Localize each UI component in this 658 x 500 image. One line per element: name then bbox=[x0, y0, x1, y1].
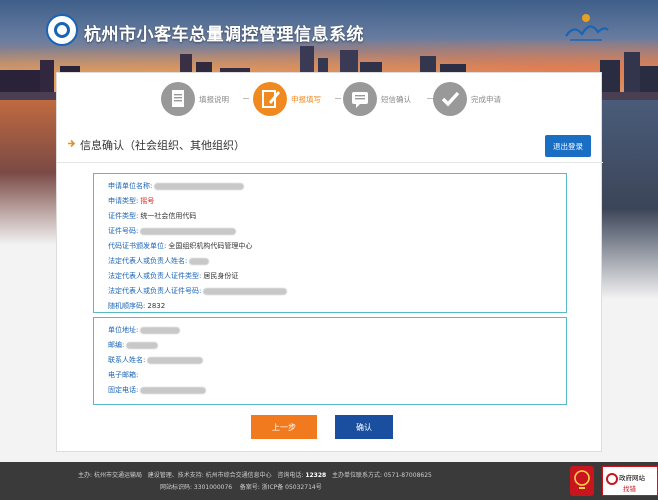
step-label: 完成申请 bbox=[471, 94, 501, 104]
field-label: 证件号码: bbox=[108, 227, 139, 235]
gov-site-error-report-badge[interactable]: 政府网站 找错 bbox=[602, 466, 658, 496]
footer-support: 建设管理、技术支持: 杭州市综合交通信息中心 bbox=[147, 472, 272, 479]
field-label: 法定代表人或负责人证件号码: bbox=[108, 287, 202, 295]
previous-step-button[interactable]: 上一步 bbox=[251, 415, 317, 439]
main-panel: 填报说明 申报填写 短信确认 完成申请 信息确认（社会组织、其他组织） 退出登录 bbox=[56, 72, 603, 452]
edit-icon bbox=[253, 82, 287, 116]
confirm-button[interactable]: 确认 bbox=[335, 415, 393, 439]
list-item: 固定电话: bbox=[108, 384, 207, 396]
document-icon bbox=[161, 82, 195, 116]
step-connector bbox=[243, 98, 249, 99]
background-right-band bbox=[602, 100, 658, 462]
redacted-value bbox=[203, 287, 288, 295]
step-sms-confirm: 短信确认 bbox=[343, 81, 411, 117]
check-icon bbox=[433, 82, 467, 116]
step-fill-application: 申报填写 bbox=[253, 81, 321, 117]
field-value: 全国组织机构代码管理中心 bbox=[168, 242, 253, 250]
arrow-right-icon bbox=[68, 139, 76, 148]
page-header: 信息确认（社会组织、其他组织） 退出登录 bbox=[57, 127, 603, 163]
page-title: 信息确认（社会组织、其他组织） bbox=[80, 139, 245, 152]
step-complete: 完成申请 bbox=[433, 81, 501, 117]
field-value: 摇号 bbox=[140, 197, 155, 205]
footer-host-label: 主办: bbox=[78, 472, 93, 479]
footer-phone: 12328 bbox=[305, 472, 327, 479]
redacted-value bbox=[154, 182, 245, 190]
field-label: 法定代表人或负责人证件类型: bbox=[108, 272, 202, 280]
background-left-band bbox=[0, 100, 56, 462]
redacted-value bbox=[189, 257, 210, 265]
field-label: 随机顺序码: bbox=[108, 302, 146, 310]
footer-contact: 主办单位联系方式: 0571-87008625 bbox=[331, 472, 432, 479]
logout-button[interactable]: 退出登录 bbox=[545, 135, 591, 157]
footer-site-id: 网站标识码: 3301000076 bbox=[160, 484, 233, 491]
field-value: 统一社会信用代码 bbox=[140, 212, 197, 220]
badge-subtitle: 找错 bbox=[623, 485, 636, 493]
list-item: 申请类型: 摇号 bbox=[108, 195, 154, 207]
badge-title: 政府网站 bbox=[619, 474, 645, 482]
message-icon bbox=[343, 82, 377, 116]
footer-host[interactable]: 杭州市交通运输局 bbox=[94, 472, 142, 479]
contact-info-box: 单位地址: 邮编: 联系人姓名: 电子邮箱: 固定电话: bbox=[93, 317, 567, 405]
field-value: 2832 bbox=[147, 302, 166, 310]
progress-steps: 填报说明 申报填写 短信确认 完成申请 bbox=[157, 81, 517, 121]
redacted-value bbox=[140, 386, 207, 394]
field-label: 邮编: bbox=[108, 341, 125, 349]
field-label: 法定代表人或负责人姓名: bbox=[108, 257, 188, 265]
list-item: 申请单位名称: bbox=[108, 180, 245, 192]
party-government-badge-icon[interactable] bbox=[570, 466, 594, 496]
field-label: 证件类型: bbox=[108, 212, 139, 220]
field-label: 代码证书颁发单位: bbox=[108, 242, 167, 250]
field-value: 居民身份证 bbox=[203, 272, 239, 280]
list-item: 代码证书颁发单位: 全国组织机构代码管理中心 bbox=[108, 240, 252, 252]
redacted-value bbox=[126, 341, 159, 349]
footer-icp[interactable]: 备案号: 浙ICP备 05032714号 bbox=[240, 484, 322, 491]
redacted-value bbox=[140, 227, 237, 235]
redacted-value bbox=[147, 356, 204, 364]
list-item: 联系人姓名: bbox=[108, 354, 204, 366]
step-label: 填报说明 bbox=[199, 94, 229, 104]
logo-icon bbox=[46, 14, 78, 46]
list-item: 法定代表人或负责人姓名: bbox=[108, 255, 210, 267]
step-connector bbox=[335, 98, 341, 99]
list-item: 法定代表人或负责人证件类型: 居民身份证 bbox=[108, 270, 238, 282]
redacted-value bbox=[140, 326, 181, 334]
list-item: 电子邮箱: bbox=[108, 369, 138, 381]
list-item: 法定代表人或负责人证件号码: bbox=[108, 285, 288, 297]
field-label: 单位地址: bbox=[108, 326, 139, 334]
list-item: 单位地址: bbox=[108, 324, 181, 336]
footer-phone-label: 咨询电话: bbox=[277, 472, 304, 479]
field-label: 电子邮箱: bbox=[108, 371, 139, 379]
hangzhou-city-logo-icon bbox=[565, 14, 609, 41]
field-label: 申请类型: bbox=[108, 197, 139, 205]
field-label: 固定电话: bbox=[108, 386, 139, 394]
footer-line-1: 主办: 杭州市交通运输局 建设管理、技术支持: 杭州市综合交通信息中心 咨询电话… bbox=[78, 470, 432, 479]
applicant-info-box: 申请单位名称: 申请类型: 摇号 证件类型: 统一社会信用代码 证件号码: 代码证书… bbox=[93, 173, 567, 313]
footer: 主办: 杭州市交通运输局 建设管理、技术支持: 杭州市综合交通信息中心 咨询电话… bbox=[0, 462, 658, 500]
step-label: 申报填写 bbox=[291, 94, 321, 104]
magnifier-icon bbox=[606, 473, 618, 485]
list-item: 证件类型: 统一社会信用代码 bbox=[108, 210, 196, 222]
field-label: 联系人姓名: bbox=[108, 356, 146, 364]
list-item: 随机顺序码: 2832 bbox=[108, 300, 165, 312]
app-title: 杭州市小客车总量调控管理信息系统 bbox=[84, 25, 364, 45]
field-label: 申请单位名称: bbox=[108, 182, 153, 190]
footer-line-2: 网站标识码: 3301000076 备案号: 浙ICP备 05032714号 bbox=[160, 482, 322, 491]
list-item: 邮编: bbox=[108, 339, 159, 351]
step-instructions: 填报说明 bbox=[161, 81, 229, 117]
step-label: 短信确认 bbox=[381, 94, 411, 104]
list-item: 证件号码: bbox=[108, 225, 237, 237]
